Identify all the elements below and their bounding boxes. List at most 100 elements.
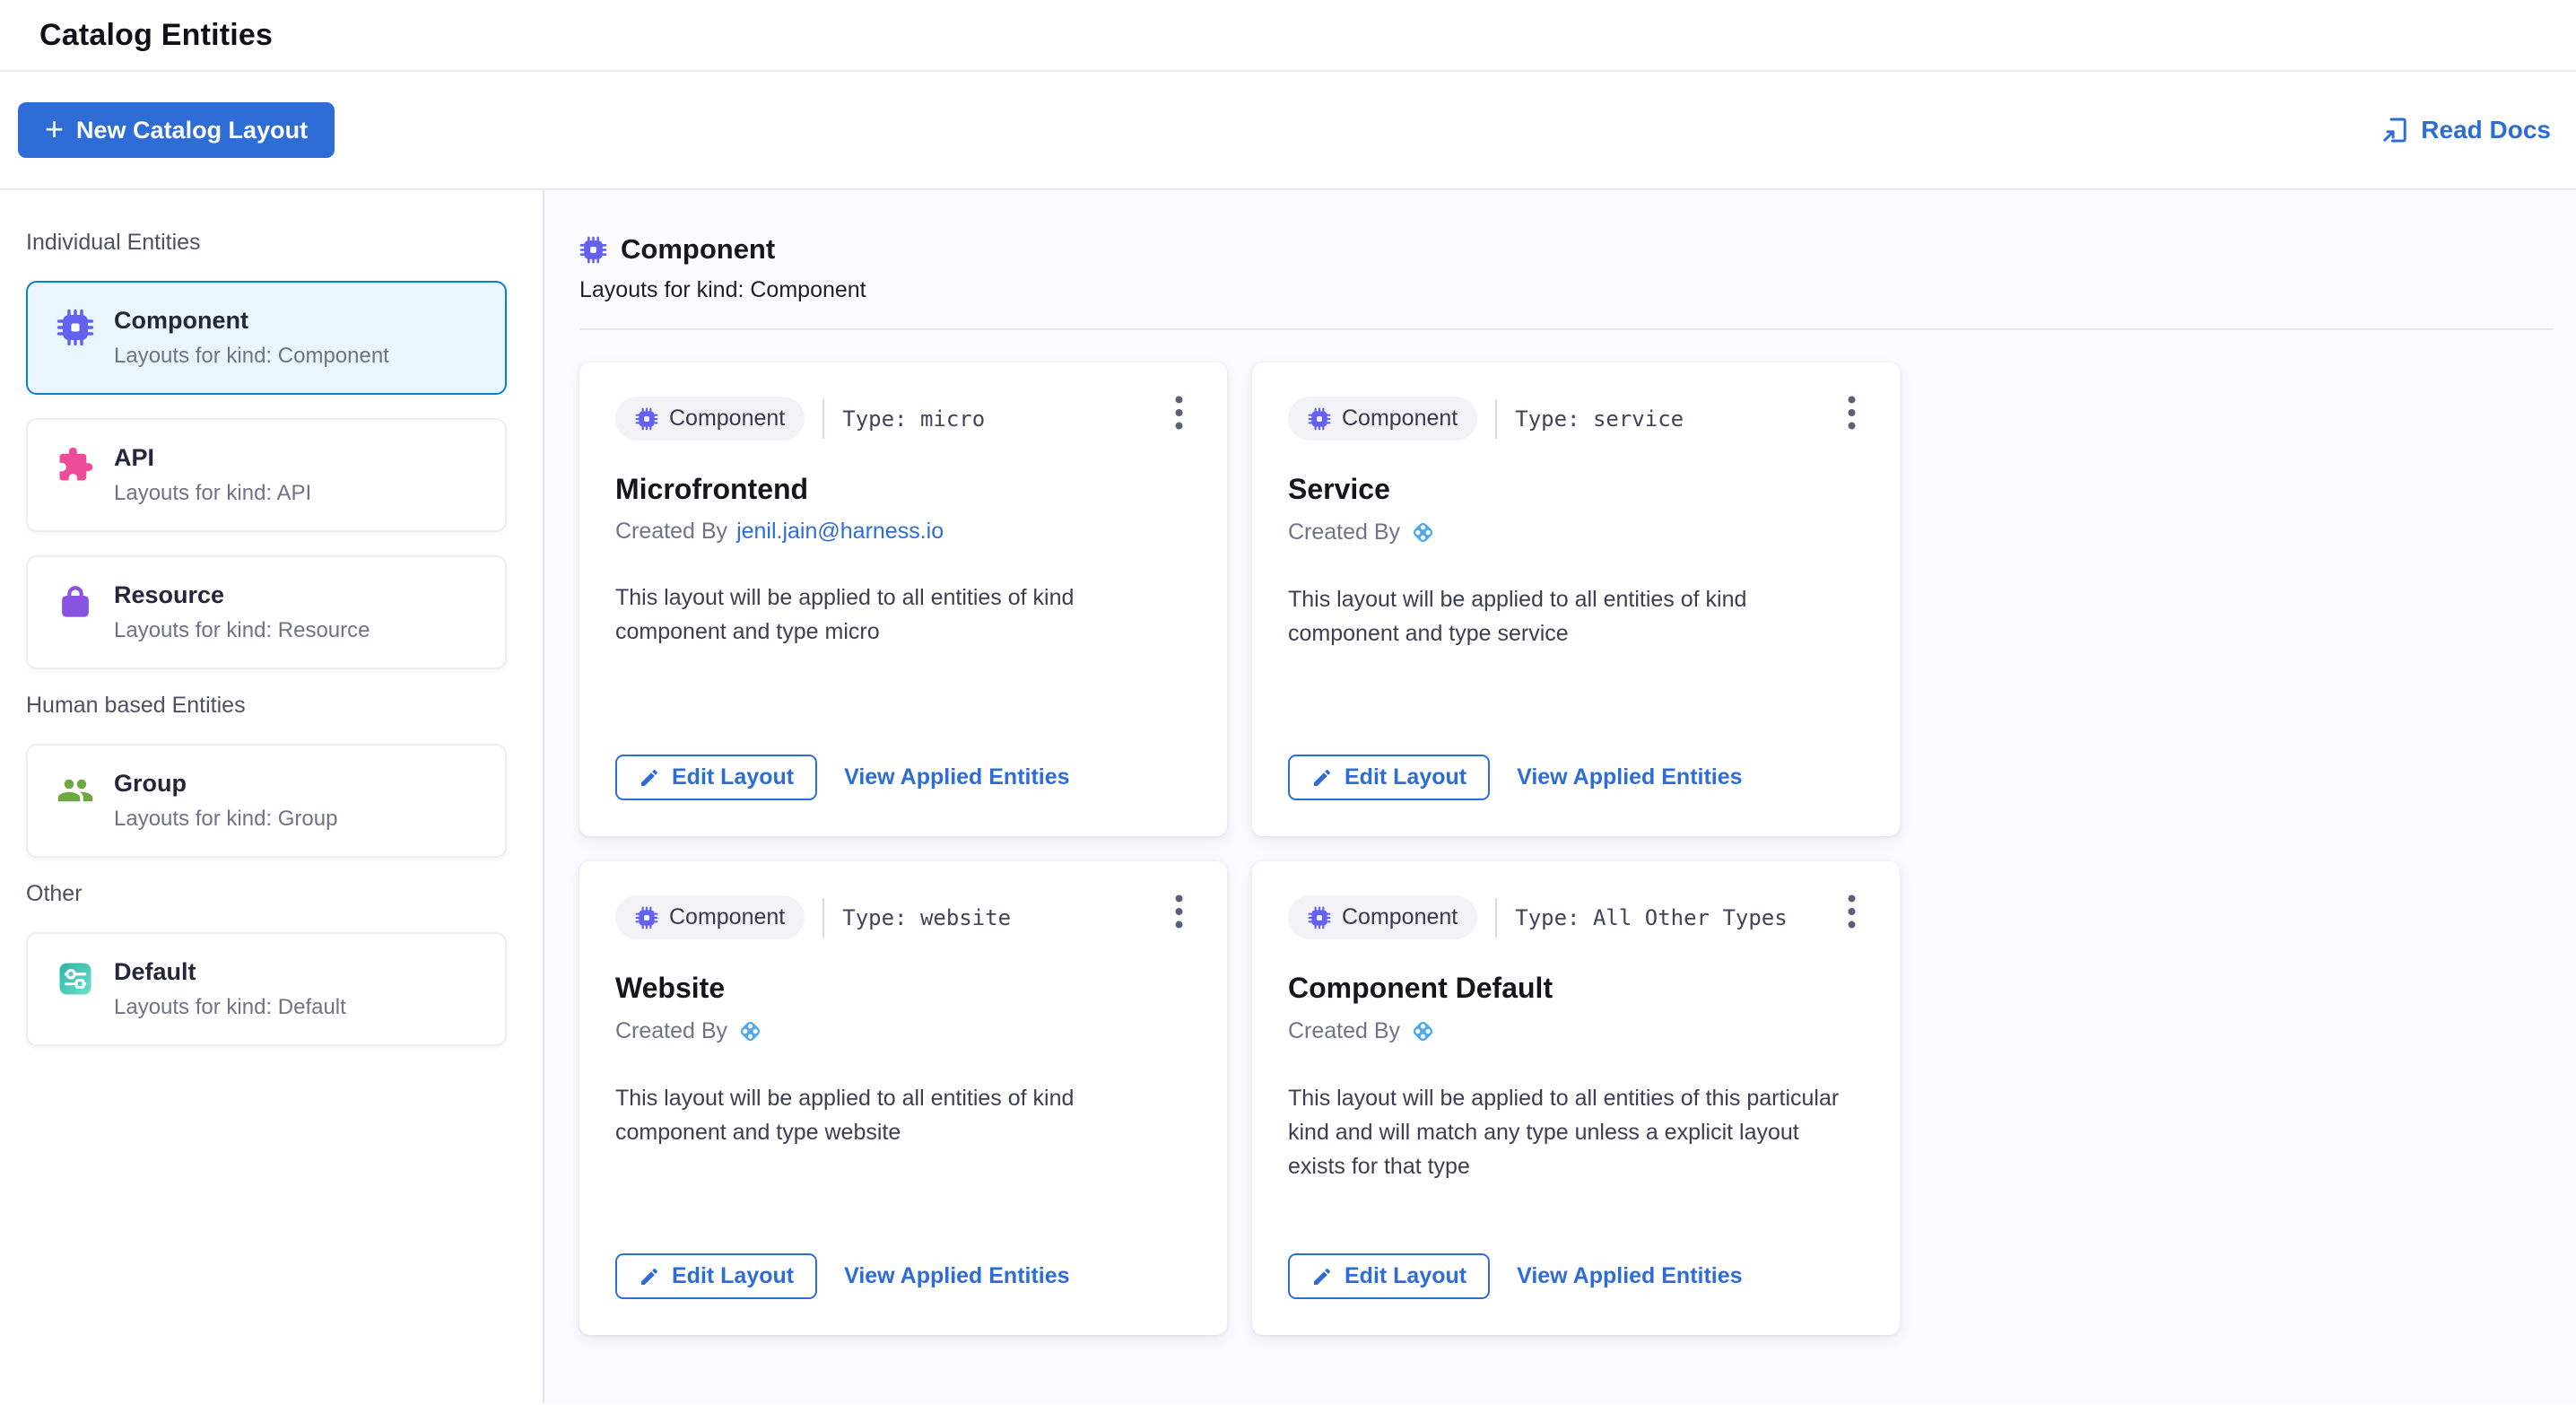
content-split: Individual Entities Component Layouts fo… bbox=[0, 190, 2576, 1403]
chip-icon bbox=[1308, 906, 1331, 929]
layout-card-website: Component Type: website Website Created … bbox=[579, 861, 1227, 1335]
sidebar-section: Human based Entities Group Layouts for k… bbox=[26, 693, 543, 858]
type-text: Type: website bbox=[842, 905, 1011, 930]
card-title: Service bbox=[1288, 473, 1864, 506]
sidebar-item-subtitle: Layouts for kind: Group bbox=[114, 807, 337, 832]
layout-card-microfrontend: Component Type: micro Microfrontend Crea… bbox=[579, 362, 1227, 836]
card-title: Component Default bbox=[1288, 972, 1864, 1005]
type-text: Type: service bbox=[1515, 406, 1684, 432]
layout-card-component-default: Component Type: All Other Types Componen… bbox=[1252, 861, 1900, 1335]
view-applied-entities-link[interactable]: View Applied Entities bbox=[844, 764, 1069, 790]
sidebar-item-resource[interactable]: Resource Layouts for kind: Resource bbox=[26, 555, 507, 669]
kind-badge-label: Component bbox=[669, 904, 785, 930]
created-by-label: Created By bbox=[615, 519, 727, 545]
vertical-separator bbox=[1495, 399, 1497, 439]
pencil-icon bbox=[1311, 767, 1333, 789]
sidebar-section-heading: Other bbox=[26, 881, 543, 907]
kind-badge: Component bbox=[615, 397, 805, 441]
kebab-icon bbox=[1847, 395, 1857, 431]
sidebar-item-label: API bbox=[114, 444, 311, 472]
edit-layout-button[interactable]: Edit Layout bbox=[1288, 755, 1490, 800]
card-menu-button[interactable] bbox=[1840, 890, 1864, 933]
toolbar: + New Catalog Layout Read Docs bbox=[0, 72, 2576, 190]
sidebar-section: Individual Entities Component Layouts fo… bbox=[26, 230, 543, 669]
new-catalog-layout-button[interactable]: + New Catalog Layout bbox=[18, 102, 335, 158]
sidebar-item-subtitle: Layouts for kind: Default bbox=[114, 995, 346, 1020]
created-by-link[interactable]: jenil.jain@harness.io bbox=[736, 519, 944, 545]
pencil-icon bbox=[639, 767, 660, 789]
edit-layout-label: Edit Layout bbox=[672, 764, 794, 790]
harness-logo-icon bbox=[1409, 519, 1437, 546]
pencil-icon bbox=[1311, 1266, 1333, 1287]
chip-icon bbox=[579, 236, 607, 264]
sidebar-item-label: Group bbox=[114, 770, 337, 798]
kind-badge: Component bbox=[1288, 397, 1477, 441]
edit-layout-button[interactable]: Edit Layout bbox=[1288, 1253, 1490, 1299]
harness-logo-icon bbox=[1409, 1017, 1437, 1045]
sidebar-item-subtitle: Layouts for kind: API bbox=[114, 481, 311, 506]
created-by-row: Created By bbox=[615, 1017, 1191, 1045]
edit-layout-label: Edit Layout bbox=[672, 1263, 794, 1289]
card-menu-button[interactable] bbox=[1840, 391, 1864, 434]
kind-header: Component Layouts for kind: Component bbox=[579, 233, 2554, 330]
sidebar-section: Other Default Layouts for ki bbox=[26, 881, 543, 1046]
sidebar-item-label: Component bbox=[114, 307, 389, 335]
sidebar-section-items: Component Layouts for kind: Component AP… bbox=[26, 281, 543, 669]
bag-icon bbox=[57, 583, 94, 621]
view-applied-entities-link[interactable]: View Applied Entities bbox=[1517, 764, 1742, 790]
sidebar-item-default[interactable]: Default Layouts for kind: Default bbox=[26, 932, 507, 1046]
created-by-label: Created By bbox=[1288, 519, 1400, 545]
kind-badge: Component bbox=[615, 895, 805, 939]
card-menu-button[interactable] bbox=[1167, 391, 1191, 434]
read-docs-icon bbox=[2380, 116, 2409, 144]
vertical-separator bbox=[1495, 898, 1497, 938]
new-catalog-layout-label: New Catalog Layout bbox=[76, 117, 308, 144]
edit-layout-button[interactable]: Edit Layout bbox=[615, 1253, 817, 1299]
sidebar-section-heading: Human based Entities bbox=[26, 693, 543, 719]
sidebar-item-api[interactable]: API Layouts for kind: API bbox=[26, 418, 507, 532]
vertical-separator bbox=[822, 898, 824, 938]
created-by-label: Created By bbox=[1288, 1018, 1400, 1044]
kind-badge-label: Component bbox=[669, 406, 785, 432]
card-description: This layout will be applied to all entit… bbox=[615, 1081, 1176, 1149]
card-menu-button[interactable] bbox=[1167, 890, 1191, 933]
kind-badge: Component bbox=[1288, 895, 1477, 939]
catalog-entities-page: Catalog Entities + New Catalog Layout Re… bbox=[0, 0, 2576, 1403]
sidebar-item-group[interactable]: Group Layouts for kind: Group bbox=[26, 744, 507, 858]
chip-icon bbox=[635, 407, 658, 431]
plus-icon: + bbox=[45, 113, 64, 145]
sidebar-item-component[interactable]: Component Layouts for kind: Component bbox=[26, 281, 507, 395]
sidebar-item-label: Default bbox=[114, 958, 346, 986]
chip-icon bbox=[57, 309, 94, 346]
sidebar-section-items: Default Layouts for kind: Default bbox=[26, 932, 543, 1046]
edit-layout-label: Edit Layout bbox=[1345, 764, 1466, 790]
type-text: Type: All Other Types bbox=[1515, 905, 1787, 930]
read-docs-label: Read Docs bbox=[2421, 116, 2551, 144]
vertical-separator bbox=[822, 399, 824, 439]
card-title: Website bbox=[615, 972, 1191, 1005]
view-applied-entities-link[interactable]: View Applied Entities bbox=[1517, 1263, 1742, 1289]
card-description: This layout will be applied to all entit… bbox=[615, 580, 1176, 649]
sidebar-item-subtitle: Layouts for kind: Component bbox=[114, 344, 389, 369]
chip-icon bbox=[1308, 407, 1331, 431]
edit-layout-label: Edit Layout bbox=[1345, 1263, 1466, 1289]
harness-logo-icon bbox=[736, 1017, 764, 1045]
sliders-icon bbox=[57, 960, 94, 998]
card-description: This layout will be applied to all entit… bbox=[1288, 1081, 1849, 1183]
chip-icon bbox=[635, 906, 658, 929]
sidebar-section-items: Group Layouts for kind: Group bbox=[26, 744, 543, 858]
kind-divider bbox=[579, 328, 2553, 330]
view-applied-entities-link[interactable]: View Applied Entities bbox=[844, 1263, 1069, 1289]
created-by-row: Created By bbox=[1288, 1017, 1864, 1045]
created-by-row: Created By bbox=[1288, 519, 1864, 546]
read-docs-link[interactable]: Read Docs bbox=[2380, 116, 2551, 144]
sidebar-section-heading: Individual Entities bbox=[26, 230, 543, 256]
main-panel: Component Layouts for kind: Component Co… bbox=[544, 190, 2576, 1403]
edit-layout-button[interactable]: Edit Layout bbox=[615, 755, 817, 800]
type-text: Type: micro bbox=[842, 406, 985, 432]
page-title: Catalog Entities bbox=[39, 18, 273, 53]
card-description: This layout will be applied to all entit… bbox=[1288, 582, 1849, 650]
kebab-icon bbox=[1174, 395, 1184, 431]
created-by-row: Created By jenil.jain@harness.io bbox=[615, 519, 1191, 545]
layout-cards-grid: Component Type: micro Microfrontend Crea… bbox=[579, 362, 2554, 1335]
